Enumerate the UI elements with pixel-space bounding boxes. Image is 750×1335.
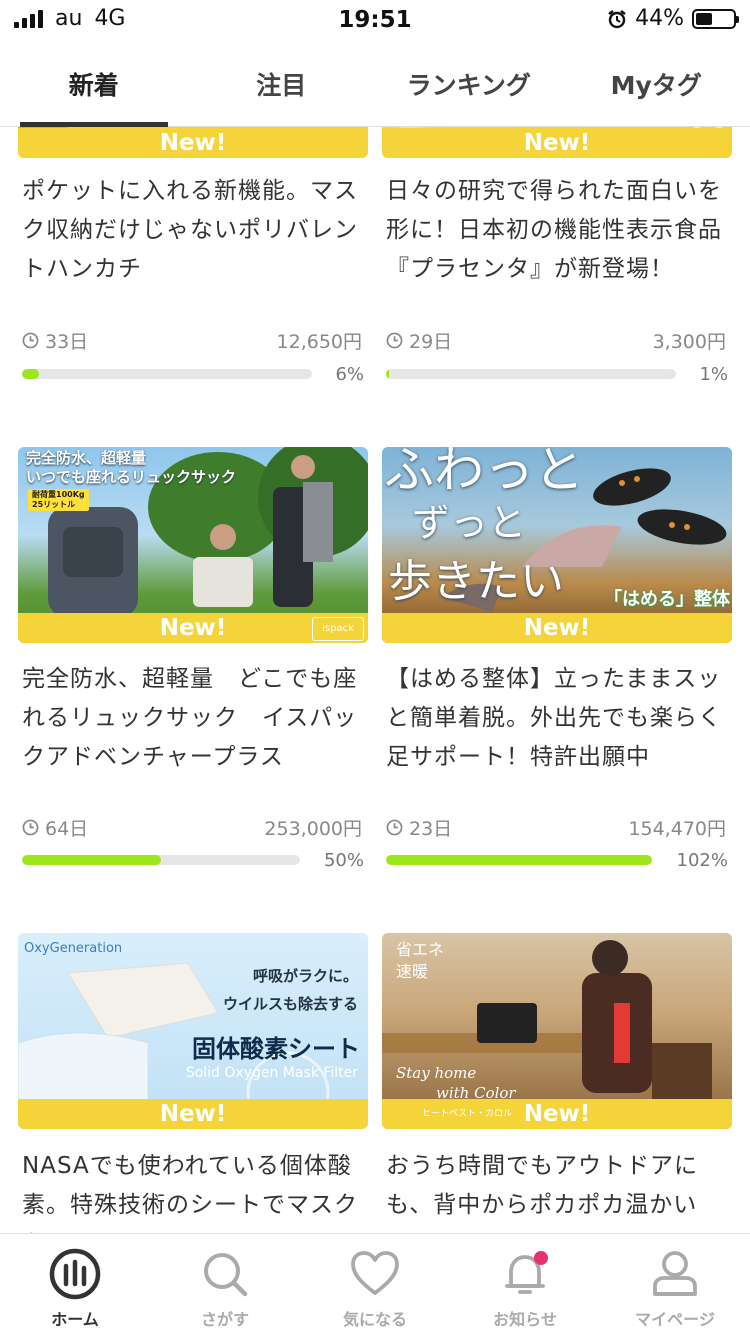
oxy-brand: OxyGeneration — [24, 941, 122, 956]
image-product-name: ヒートベスト・カロル — [422, 1106, 512, 1119]
project-thumbnail: 完全防水、超軽量 いつでも座れるリュックサック 耐荷重100Kg 25リットル … — [18, 447, 368, 643]
project-title: 日々の研究で得られた面白いを形に！日本初の機能性表示食品『プラセンタ』が新登場！ — [386, 172, 736, 289]
funding-percent: 6% — [304, 364, 364, 385]
funding-amount: 3,300円 — [653, 327, 726, 354]
alarm-icon — [607, 9, 627, 29]
funding-progress — [22, 369, 312, 379]
project-meta: 64日 253,000円 — [22, 814, 362, 841]
search-icon — [199, 1248, 251, 1300]
tab-featured[interactable]: 注目 — [188, 42, 376, 126]
project-title: ポケットに入れる新機能。マスク収納だけじゃないポリバレントハンカチ — [22, 172, 372, 289]
project-meta: 23日 154,470円 — [386, 814, 726, 841]
funding-amount: 253,000円 — [264, 814, 362, 841]
new-badge: New! — [382, 128, 732, 158]
project-title: 完全防水、超軽量 どこでも座れるリュックサック イスパックアドベンチャープラス — [22, 660, 372, 777]
clock-icon — [386, 819, 403, 836]
project-meta: 29日 3,300円 — [386, 327, 726, 354]
nav-favorites[interactable]: 気になる — [300, 1234, 450, 1335]
home-logo-icon — [49, 1248, 101, 1300]
new-badge: New! — [18, 128, 368, 158]
image-copy-3: 固体酸素シート — [192, 1029, 360, 1064]
battery-icon — [692, 9, 736, 29]
funding-percent: 50% — [304, 850, 364, 871]
funding-progress — [22, 855, 300, 865]
capacity-badge: 耐荷重100Kg 25リットル — [28, 489, 89, 511]
image-copy-2: ウイルスも除去する — [223, 993, 358, 1014]
clock-icon — [22, 819, 39, 836]
project-thumbnail: OxyGeneration 呼吸がラクに。 ウイルスも除去する 固体酸素シート … — [18, 933, 368, 1129]
funding-progress — [386, 369, 676, 379]
tab-new[interactable]: 新着 — [0, 42, 188, 126]
project-title: 【はめる整体】立ったままスッと簡単着脱。外出先でも楽らく足サポート！特許出願中 — [386, 660, 736, 777]
nav-search[interactable]: さがす — [150, 1234, 300, 1335]
image-copy-1: ふわっと — [384, 447, 584, 497]
project-thumbnail: 省エネ 速暖 Stay home with Color ヒートベスト・カロル N… — [382, 933, 732, 1129]
image-copy-3: 歩きたい — [388, 559, 564, 605]
brand-logo: ispack — [312, 617, 364, 641]
funding-percent: 102% — [668, 850, 728, 871]
nav-mypage[interactable]: マイページ — [600, 1234, 750, 1335]
project-thumbnail: New! — [382, 127, 732, 158]
image-copy-2: ずっと — [412, 503, 526, 543]
nav-favorites-label: 気になる — [343, 1306, 407, 1330]
image-copy-4: Solid Oxygen Mask Filter — [186, 1065, 358, 1081]
project-title: おうち時間でもアウトドアにも、背中からポカポカ温かいヒ… — [386, 1147, 736, 1233]
funding-amount: 154,470円 — [628, 814, 726, 841]
project-thumbnail: ふわっと ずっと 歩きたい 「はめる」整体 New! — [382, 447, 732, 643]
project-title: NASAでも使われている個体酸素。特殊技術のシートでマスクを… — [22, 1147, 372, 1233]
days-left: 23日 — [409, 814, 452, 841]
nav-mypage-label: マイページ — [635, 1306, 715, 1330]
funding-progress — [386, 855, 652, 865]
nav-home[interactable]: ホーム — [0, 1234, 150, 1335]
battery-percent: 44% — [635, 6, 684, 31]
nav-notifications-label: お知らせ — [493, 1306, 557, 1330]
image-tag: 「はめる」整体 — [604, 585, 730, 611]
days-left: 29日 — [409, 327, 452, 354]
status-bar: au 4G 19:51 44% — [0, 0, 750, 42]
project-thumbnail: New! — [18, 127, 368, 158]
bottom-navigation: ホーム さがす 気になる お知らせ マイページ — [0, 1233, 750, 1335]
tab-my-tags[interactable]: Myタグ — [563, 42, 750, 126]
category-tabs: 新着 注目 ランキング Myタグ — [0, 42, 750, 127]
clock-icon — [386, 332, 403, 349]
nav-home-label: ホーム — [51, 1306, 99, 1330]
days-left: 64日 — [45, 814, 88, 841]
new-badge: New! — [382, 613, 732, 643]
funding-percent: 1% — [668, 364, 728, 385]
days-left: 33日 — [45, 327, 88, 354]
image-copy-en: Stay home with Color — [396, 1063, 516, 1103]
image-headline: 完全防水、超軽量 いつでも座れるリュックサック — [26, 449, 236, 487]
tab-ranking[interactable]: ランキング — [375, 42, 563, 126]
heart-icon — [349, 1248, 401, 1300]
funding-amount: 12,650円 — [277, 327, 362, 354]
project-meta: 33日 12,650円 — [22, 327, 362, 354]
clock-icon — [22, 332, 39, 349]
image-copy-1: 呼吸がラクに。 — [253, 965, 358, 986]
status-right: 44% — [607, 6, 736, 31]
notification-dot — [534, 1251, 548, 1265]
nav-notifications[interactable]: お知らせ — [450, 1234, 600, 1335]
nav-search-label: さがす — [201, 1306, 249, 1330]
bell-icon — [499, 1248, 551, 1300]
user-icon — [649, 1248, 701, 1300]
project-feed: New! ポケットに入れる新機能。マスク収納だけじゃないポリバレントハンカチ 3… — [0, 127, 750, 1233]
new-badge: New! — [18, 1099, 368, 1129]
image-copy: 省エネ 速暖 — [396, 939, 444, 983]
